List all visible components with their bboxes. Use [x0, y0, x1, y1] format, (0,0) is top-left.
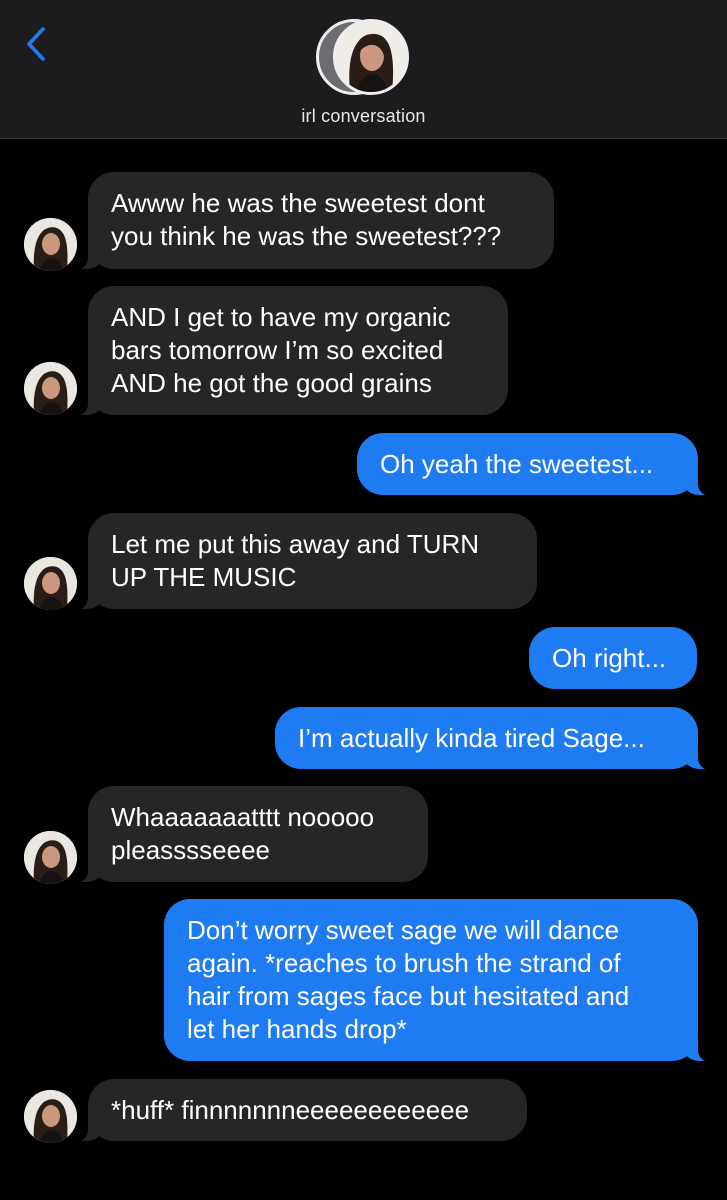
message-text: *huff* finnnnnnneeeeeeeeeeee — [111, 1095, 470, 1125]
contact-photo — [336, 22, 406, 92]
avatar[interactable] — [24, 362, 77, 415]
incoming-message-bubble[interactable]: Let me put this away and TURN UP THE MUS… — [76, 513, 537, 610]
contact-name[interactable]: irl conversation — [0, 106, 727, 127]
conversation-header: irl conversation — [0, 0, 727, 139]
avatar[interactable] — [24, 218, 77, 271]
message-text: Whaaaaaaatttt nooooo pleasssseeee — [111, 802, 375, 865]
message-text: Don’t worry sweet sage we will dance aga… — [187, 915, 630, 1044]
message-text: I’m actually kinda tired Sage... — [298, 723, 645, 753]
back-button[interactable] — [18, 22, 54, 66]
message-text: Oh right... — [552, 643, 667, 673]
message-text: Let me put this away and TURN UP THE MUS… — [111, 529, 480, 592]
contact-photo — [24, 1090, 77, 1143]
avatar[interactable] — [24, 831, 77, 884]
avatar[interactable] — [24, 1090, 77, 1143]
message-text: Oh yeah the sweetest... — [380, 449, 654, 479]
outgoing-message-bubble[interactable]: Don’t worry sweet sage we will dance aga… — [164, 899, 710, 1062]
incoming-message-bubble[interactable]: *huff* finnnnnnneeeeeeeeeeee — [76, 1079, 527, 1142]
contact-avatar-group[interactable] — [316, 19, 411, 95]
incoming-message-bubble[interactable]: Whaaaaaaatttt nooooo pleasssseeee — [76, 786, 428, 883]
incoming-message-bubble[interactable]: Awww he was the sweetest dont you think … — [76, 172, 554, 270]
avatar — [333, 19, 409, 95]
chevron-left-icon — [27, 27, 45, 61]
outgoing-message-bubble[interactable]: I’m actually kinda tired Sage... — [275, 707, 710, 770]
contact-photo — [24, 831, 77, 884]
contact-photo — [24, 557, 77, 610]
avatar[interactable] — [24, 557, 77, 610]
message-text: AND I get to have my organic bars tomorr… — [111, 302, 451, 398]
incoming-message-bubble[interactable]: AND I get to have my organic bars tomorr… — [76, 286, 508, 416]
contact-photo — [24, 218, 77, 271]
outgoing-message-bubble[interactable]: Oh right... — [529, 627, 697, 689]
outgoing-message-bubble[interactable]: Oh yeah the sweetest... — [357, 433, 710, 496]
message-text: Awww he was the sweetest dont you think … — [111, 188, 502, 251]
contact-photo — [24, 362, 77, 415]
